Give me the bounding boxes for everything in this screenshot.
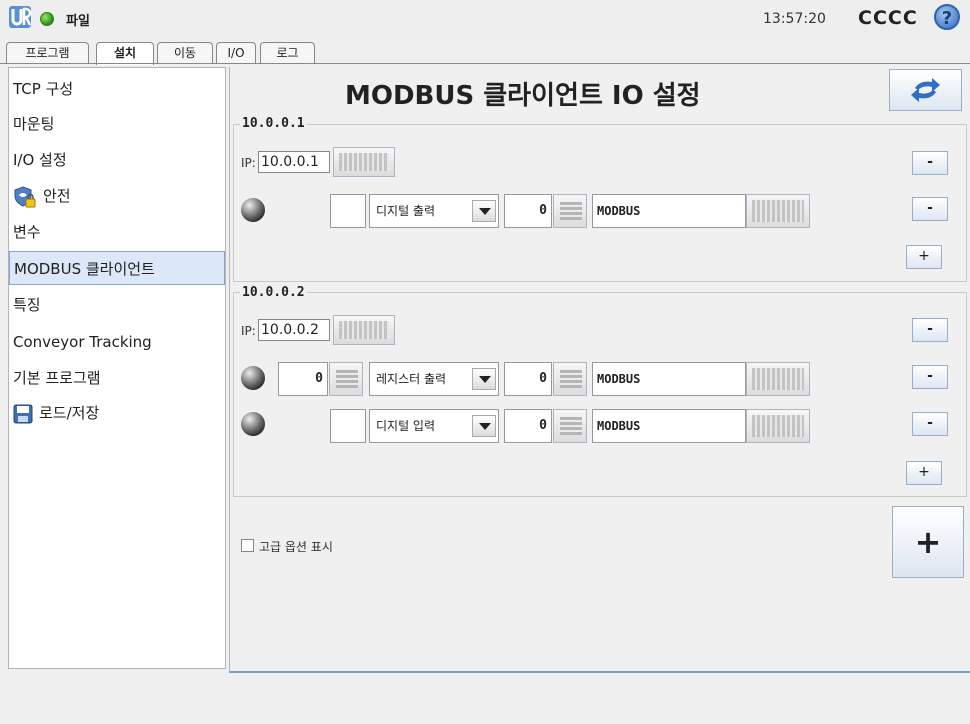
signal-address-input[interactable]: 0: [504, 194, 552, 228]
universal-robots-logo-icon: [9, 6, 32, 28]
sidebar-item-default-program[interactable]: 기본 프로그램: [9, 361, 225, 395]
sidebar-item-tcp[interactable]: TCP 구성: [9, 72, 225, 106]
signal-address-input[interactable]: 0: [504, 409, 552, 443]
name-keyboard-button[interactable]: [746, 409, 810, 443]
ip-address-input[interactable]: 10.0.0.2: [258, 319, 330, 341]
numpad-button[interactable]: [553, 362, 587, 396]
signal-status-led: [241, 412, 265, 436]
tab-log[interactable]: 로그: [260, 42, 315, 64]
shield-lock-icon: [14, 185, 36, 207]
signal-status-led: [241, 366, 265, 390]
signal-type-select[interactable]: 디지털 입력: [369, 409, 499, 443]
remove-signal-button[interactable]: -: [912, 412, 948, 436]
signal-value-box[interactable]: [330, 194, 366, 228]
sidebar-item-label: 로드/저장: [39, 404, 100, 422]
tab-io[interactable]: I/O: [216, 42, 256, 64]
sidebar-item-label: I/O 설정: [13, 151, 67, 169]
chevron-down-icon: [472, 368, 496, 390]
sidebar-item-label: 변수: [13, 223, 41, 241]
advanced-options-checkbox[interactable]: [241, 539, 254, 552]
remove-signal-button[interactable]: -: [912, 197, 948, 221]
signal-type-value: 레지스터 출력: [376, 372, 447, 386]
clock: 13:57:20: [763, 11, 826, 27]
tab-move[interactable]: 이동: [157, 42, 213, 64]
signal-type-value: 디지털 출력: [376, 204, 436, 218]
signal-name-input[interactable]: MODBUS: [592, 409, 746, 443]
signal-type-select[interactable]: 레지스터 출력: [369, 362, 499, 396]
sidebar-item-io-setup[interactable]: I/O 설정: [9, 143, 225, 177]
signal-address-input[interactable]: 0: [504, 362, 552, 396]
sidebar-item-label: 안전: [43, 187, 71, 205]
signal-name-input[interactable]: MODBUS: [592, 362, 746, 396]
add-unit-button[interactable]: +: [892, 506, 964, 578]
chevron-down-icon: [472, 415, 496, 437]
sidebar-item-label: 특징: [13, 296, 41, 314]
ip-label: IP:: [241, 324, 256, 338]
help-button[interactable]: ?: [934, 4, 960, 30]
sidebar-item-label: 기본 프로그램: [13, 369, 101, 387]
add-signal-button[interactable]: +: [906, 461, 942, 485]
ip-keyboard-button[interactable]: [333, 315, 395, 345]
page-title: MODBUS 클라이언트 IO 설정: [345, 81, 701, 111]
tab-program[interactable]: 프로그램: [6, 42, 89, 64]
top-bar: 파일 13:57:20 CCCC ?: [0, 0, 970, 36]
advanced-options-label: 고급 옵션 표시: [259, 540, 333, 554]
modbus-unit-title: 10.0.0.1: [240, 116, 307, 131]
remove-unit-button[interactable]: -: [912, 151, 948, 175]
signal-value-box[interactable]: [330, 409, 366, 443]
add-signal-button[interactable]: +: [906, 245, 942, 269]
ip-keyboard-button[interactable]: [333, 147, 395, 177]
chevron-down-icon: [472, 200, 496, 222]
signal-status-led: [241, 198, 265, 222]
installation-sidebar: TCP 구성 마운팅 I/O 설정 안전 변수 MODBUS 클라이언트 특징 …: [8, 67, 226, 669]
numpad-button[interactable]: [553, 409, 587, 443]
sidebar-item-label: Conveyor Tracking: [13, 333, 152, 351]
sidebar-item-modbus-client[interactable]: MODBUS 클라이언트: [9, 251, 225, 285]
signal-type-select[interactable]: 디지털 출력: [369, 194, 499, 228]
sidebar-item-mounting[interactable]: 마운팅: [9, 107, 225, 141]
sidebar-item-safety[interactable]: 안전: [9, 179, 225, 213]
sidebar-item-label: MODBUS 클라이언트: [14, 260, 155, 278]
numpad-button[interactable]: [553, 194, 587, 228]
tab-installation[interactable]: 설치: [96, 42, 154, 65]
robot-name: CCCC: [858, 7, 918, 29]
remove-unit-button[interactable]: -: [912, 318, 948, 342]
refresh-button[interactable]: [889, 69, 962, 111]
sidebar-item-conveyor-tracking[interactable]: Conveyor Tracking: [9, 325, 225, 359]
floppy-disk-icon: [13, 404, 33, 423]
numpad-button[interactable]: [329, 362, 363, 396]
modbus-unit-title: 10.0.0.2: [240, 285, 307, 300]
robot-status-indicator: [40, 12, 54, 26]
ip-label: IP:: [241, 156, 256, 170]
sidebar-item-variables[interactable]: 변수: [9, 215, 225, 249]
register-value-input[interactable]: 0: [278, 362, 328, 396]
signal-name-input[interactable]: MODBUS: [592, 194, 746, 228]
tab-divider: [0, 63, 970, 64]
remove-signal-button[interactable]: -: [912, 365, 948, 389]
signal-type-value: 디지털 입력: [376, 419, 436, 433]
name-keyboard-button[interactable]: [746, 194, 810, 228]
sidebar-item-label: 마운팅: [13, 115, 55, 133]
file-menu[interactable]: 파일: [66, 10, 90, 29]
refresh-arrows-icon: [911, 78, 940, 102]
ip-address-input[interactable]: 10.0.0.1: [258, 151, 330, 173]
sidebar-item-features[interactable]: 특징: [9, 288, 225, 322]
sidebar-item-load-save[interactable]: 로드/저장: [9, 396, 225, 430]
sidebar-item-label: TCP 구성: [13, 80, 74, 98]
name-keyboard-button[interactable]: [746, 362, 810, 396]
